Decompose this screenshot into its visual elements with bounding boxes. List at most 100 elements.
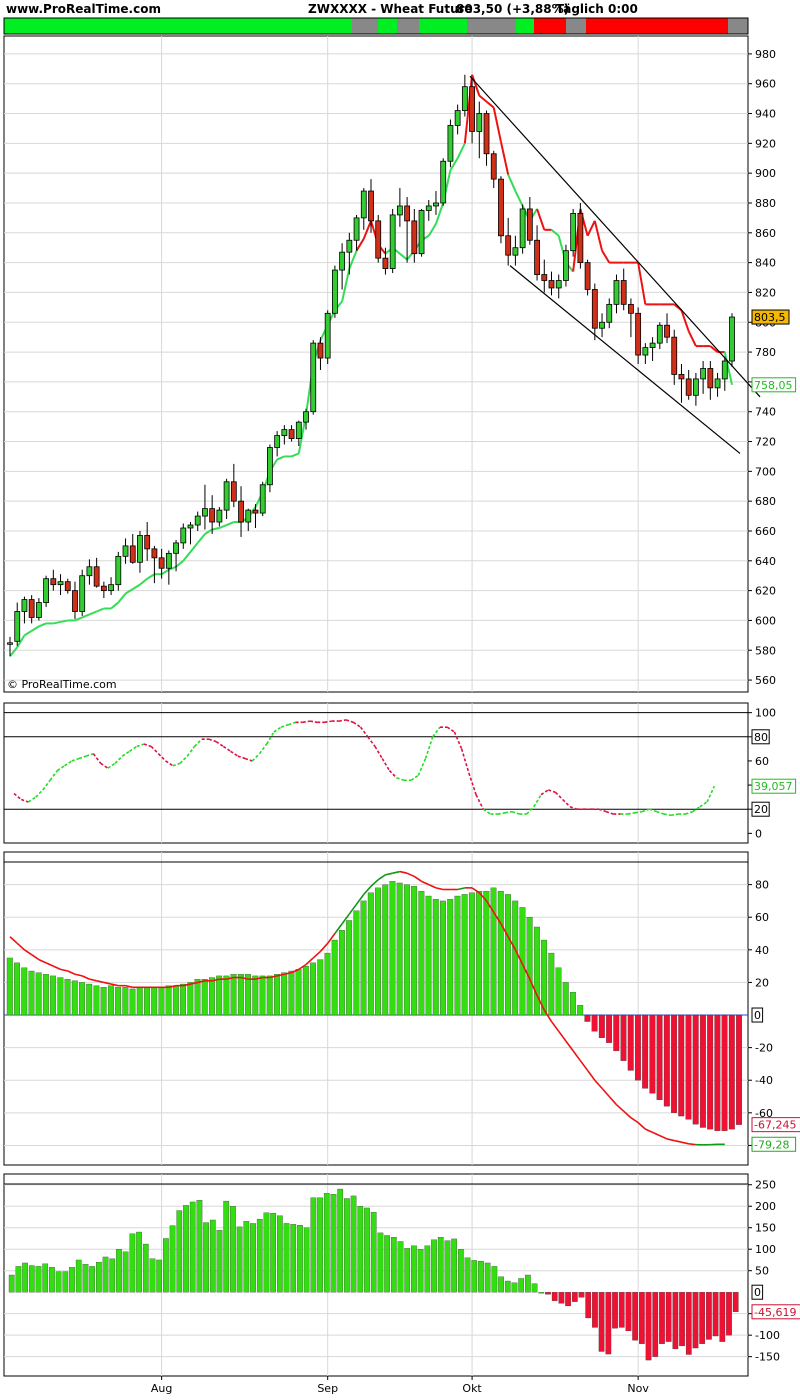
mom-bar-negative [578,1292,585,1298]
candle-down [151,548,158,559]
candle-down [144,535,151,550]
price-ytick-label: 820 [755,286,776,299]
mom-bar-positive [344,1198,350,1293]
osc-level-80-label: 80 [754,731,768,744]
candle-down [72,590,78,612]
candle-down [375,220,382,259]
mom-bar-positive [498,1276,504,1293]
mom-ytick-label: 150 [755,1222,776,1235]
candle-down [238,500,244,523]
hist-bar-positive [42,974,49,1016]
candle-up [295,421,302,439]
hist-bar-positive [512,900,519,1016]
mom-bar-positive [424,1245,431,1293]
candle-up [202,508,208,517]
hist-ytick-label: -20 [755,1042,773,1055]
signal-segment-short [534,18,566,34]
mom-bar-negative [719,1292,726,1342]
candle-down [526,208,533,241]
signal-segment-long [419,18,467,34]
mom-bar-positive [471,1260,478,1293]
candle-up [447,125,454,162]
mom-bar-positive [49,1267,55,1293]
hist-bar-positive [144,987,150,1016]
mom-bar-positive [203,1222,209,1293]
candle-down [635,312,642,356]
mom-bar-positive [317,1197,323,1293]
hist-bar-positive [476,890,483,1016]
mom-bar-positive [256,1218,263,1293]
price-ytick-label: 680 [755,495,776,508]
mom-bar-positive [149,1258,156,1293]
mom-bar-positive [55,1271,62,1293]
signal-segment-neutral [467,18,516,34]
candle-down [577,213,584,264]
signal-segment-long [4,18,352,34]
hist-bar-positive [245,974,252,1016]
hist-bar-positive [360,900,367,1016]
candle-down [230,481,237,502]
interval-label[interactable]: Täglich 0:00 [556,2,638,16]
hist-bar-positive [266,975,273,1016]
hist-bar-negative [714,1014,721,1131]
hist-bar-positive [35,972,42,1016]
candle-up [519,208,526,249]
mom-bar-negative [551,1292,558,1301]
hist-bar-positive [389,881,396,1016]
candle-up [563,250,569,281]
price-frame [3,35,749,693]
candle-up [700,368,707,380]
candle-down [483,113,490,155]
mom-bar-positive [511,1282,518,1293]
hist-zero-label: 0 [754,1009,761,1022]
hist-bar-positive [548,952,555,1016]
price-ytick-label: 940 [755,108,776,121]
mom-bar-negative [685,1292,692,1355]
candle-down [505,235,512,256]
mom-bar-positive [183,1205,189,1293]
mom-bar-positive [22,1262,28,1293]
mom-bar-positive [196,1200,203,1293]
candle-down [404,205,411,222]
mom-bar-positive [531,1283,538,1293]
x-tick-label: Aug [151,1382,172,1395]
hist-bar-positive [533,926,540,1016]
mom-last-value: -45,619 [754,1306,796,1319]
mom-ytick-label: -150 [755,1351,780,1364]
hist-bar-positive [237,974,244,1016]
mom-bar-positive [397,1241,404,1293]
candle-up [656,324,663,344]
histogram-panel: -80-60-40-20204060800-67,245-79,28 [3,851,800,1166]
mom-bar-positive [250,1223,256,1293]
candle-down [368,190,374,222]
candle-up [43,578,49,603]
candle-up [274,435,281,448]
signal-segment-short [586,18,728,34]
hist-bar-negative [584,1014,591,1022]
hist-bar-negative [642,1014,649,1089]
mom-bar-negative [625,1292,632,1332]
mom-bar-negative [565,1292,571,1307]
site-name[interactable]: www.ProRealTime.com [6,2,161,16]
hist-bar-negative [606,1014,613,1043]
hist-bar-negative [707,1014,714,1130]
mom-bar-positive [457,1249,464,1293]
mom-bar-positive [404,1248,411,1293]
hist-bar-positive [21,967,28,1016]
mom-bar-negative [699,1292,706,1344]
candle-up [476,113,483,132]
hist-bar-positive [93,985,100,1016]
hist-bar-positive [490,887,497,1016]
mom-bar-positive [163,1238,169,1293]
hist-bar-positive [165,985,172,1016]
price-ytick-label: 860 [755,227,776,240]
hist-bar-negative [634,1014,641,1081]
mom-bar-positive [209,1219,216,1293]
candle-down [591,289,598,329]
candle-up [418,210,425,255]
mom-bar-positive [276,1215,283,1293]
hist-bar-positive [295,969,302,1016]
hist-last-value: -67,245 [754,1119,796,1132]
hist-bar-positive [288,970,295,1016]
price-ytick-label: 640 [755,555,776,568]
